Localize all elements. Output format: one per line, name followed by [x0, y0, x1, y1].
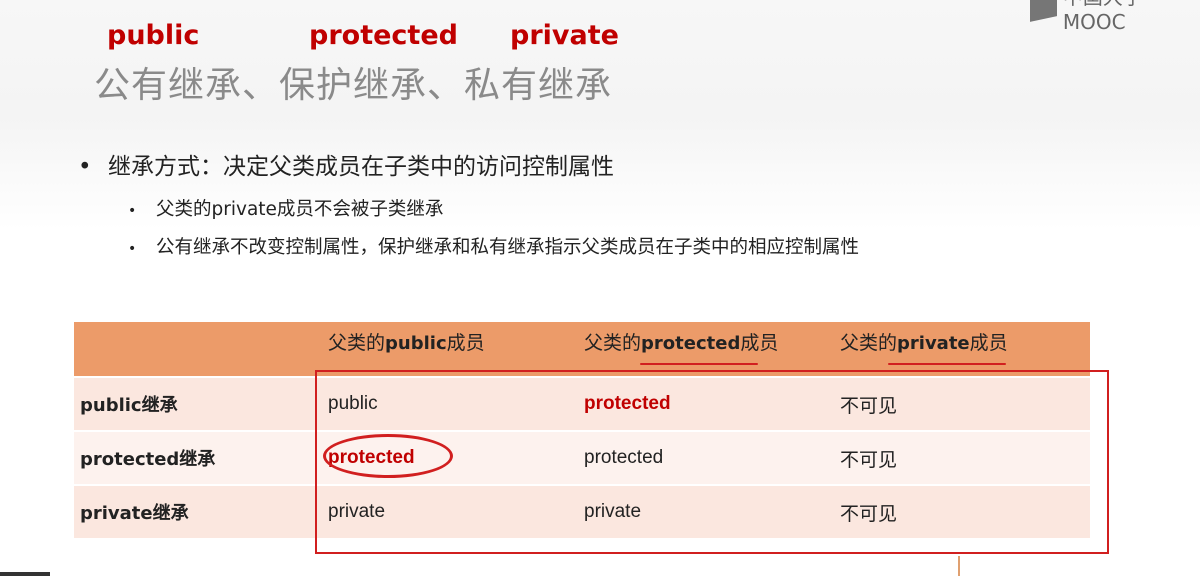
sub-bullet-text: 父类的private成员不会被子类继承: [156, 199, 444, 220]
annotation-circle: [323, 434, 453, 478]
watermark-text: 中国大学MOOC: [1062, 0, 1143, 34]
sub-bullet-text: 公有继承不改变控制属性，保护继承和私有继承指示父类成员在子类中的相应控制属性: [156, 237, 860, 258]
row-header-cell: public继承: [74, 377, 322, 432]
table-header-row: 父类的public成员 父类的protected成员 父类的private成员: [74, 322, 1090, 378]
mooc-logo-icon: [1030, 0, 1057, 22]
row-header-cell: protected继承: [74, 431, 322, 486]
annotation-underline: [888, 363, 1006, 365]
main-bullet-text: 继承方式：决定父类成员在子类中的访问控制属性: [108, 154, 614, 180]
keyword-public: public: [107, 20, 200, 51]
header-cell-empty: [74, 322, 322, 378]
keyword-private: private: [510, 20, 619, 51]
sub-bullet: • 公有继承不改变控制属性，保护继承和私有继承指示父类成员在子类中的相应控制属性: [128, 233, 859, 259]
slide-title: 公有继承、保护继承、私有继承: [94, 65, 613, 106]
divider-line: [958, 556, 960, 576]
bullet-dot-icon: •: [78, 154, 92, 180]
row-header-cell: private继承: [74, 485, 322, 540]
header-cell: 父类的private成员: [834, 322, 1090, 378]
watermark: 中国大学MOOC: [1030, 0, 1200, 34]
sub-bullet: • 父类的private成员不会被子类继承: [128, 195, 443, 221]
bullet-dot-icon: •: [128, 241, 137, 257]
bullet-dot-icon: •: [128, 203, 137, 219]
header-cell: 父类的protected成员: [578, 322, 834, 378]
header-cell: 父类的public成员: [322, 322, 578, 378]
annotation-underline: [640, 363, 758, 365]
keyword-protected: protected: [309, 20, 458, 51]
main-bullet: • 继承方式：决定父类成员在子类中的访问控制属性: [78, 147, 614, 181]
corner-bar: [0, 572, 50, 576]
